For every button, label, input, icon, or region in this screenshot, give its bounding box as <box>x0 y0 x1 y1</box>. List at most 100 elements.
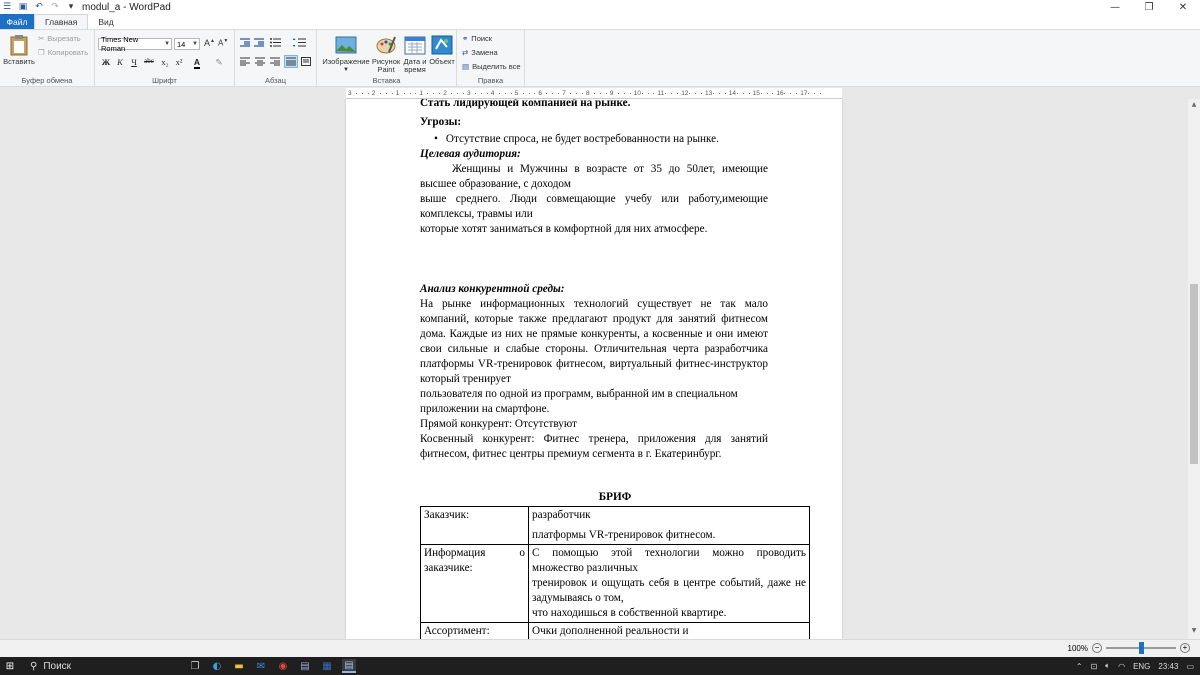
copy-button[interactable]: ❐ Копировать <box>38 48 88 57</box>
document-page[interactable]: Стать лидирующей компанией на рынке. Угр… <box>346 99 842 639</box>
ruler-dot <box>766 93 768 94</box>
bullet-list-icon <box>270 38 281 47</box>
zoom-out-button[interactable]: − <box>1092 643 1102 653</box>
paste-button[interactable]: Вставить <box>3 34 35 66</box>
ruler-dot <box>504 93 506 94</box>
wordpad-taskbar-icon[interactable]: ▤ <box>342 659 356 673</box>
notepad-icon[interactable]: ▤ <box>298 659 312 673</box>
editing-group-label: Правка <box>477 76 504 85</box>
windows-icon: ⊞ <box>5 660 15 672</box>
ruler-tick-label: 10 <box>633 90 641 97</box>
brief-table[interactable]: Заказчик: разработчик платформы VR-трени… <box>420 506 810 639</box>
shrink-font-button[interactable]: A▼ <box>218 38 228 48</box>
ruler-dot <box>480 93 482 94</box>
document-area: Стать лидирующей компанией на рынке. Угр… <box>0 99 1188 639</box>
clipboard-group-label: Буфер обмена <box>21 76 73 85</box>
taskbar: ⊞ ⚲ Поиск ❐ ◐ ▬ ✉ ◉ ▤ ▦ ▤ ⌃ ⊡ 🔈︎ ◠ ENG 2… <box>0 657 1200 675</box>
scroll-up-icon[interactable]: ▲ <box>1188 101 1200 111</box>
maximize-button[interactable]: ❐ <box>1132 0 1166 14</box>
insert-group-label: Вставка <box>372 76 401 85</box>
file-explorer-icon[interactable]: ▬ <box>232 659 246 673</box>
paragraph-settings-button[interactable] <box>301 57 311 66</box>
align-center-button[interactable] <box>255 57 265 66</box>
tab-view[interactable]: Вид <box>88 14 123 29</box>
audience-paragraph-3: которые хотят заниматься в комфортной дл… <box>420 223 708 235</box>
taskbar-search-label: Поиск <box>43 660 72 672</box>
align-right-button[interactable] <box>270 57 280 66</box>
increase-indent-button[interactable] <box>254 38 264 47</box>
volume-icon[interactable]: 🔈︎ <box>1105 661 1110 671</box>
scrollbar-thumb[interactable] <box>1190 284 1198 464</box>
font-size-select[interactable]: 14 ▼ <box>174 38 200 50</box>
subscript-button[interactable]: x₂ <box>159 57 171 67</box>
ruler-tick-label: 3 <box>467 90 471 97</box>
word-app-icon[interactable]: ▦ <box>320 659 334 673</box>
undo-icon[interactable]: ↶ <box>34 2 44 12</box>
find-button[interactable]: ⚭ Поиск <box>462 34 492 43</box>
highlight-button[interactable]: ✎ <box>211 57 227 68</box>
ruler-dot <box>534 93 536 94</box>
clipboard-icon <box>10 35 28 56</box>
insert-object-button[interactable]: Объект <box>429 34 455 66</box>
close-button[interactable]: ✕ <box>1166 0 1200 14</box>
notifications-icon[interactable]: ▭ <box>1186 662 1194 671</box>
clock[interactable]: 23:43 <box>1158 662 1178 671</box>
zoom-in-button[interactable]: + <box>1180 643 1190 653</box>
zoom-slider[interactable] <box>1106 642 1176 654</box>
network-icon[interactable]: ⊡ <box>1091 662 1098 671</box>
scroll-down-icon[interactable]: ▼ <box>1188 627 1200 637</box>
text-color-button[interactable]: A <box>190 57 204 69</box>
edge-icon[interactable]: ◐ <box>210 659 224 673</box>
start-button[interactable]: ⊞ <box>0 661 20 672</box>
ruler-dot <box>808 93 810 94</box>
chevron-up-icon[interactable]: ⌃ <box>1076 662 1083 671</box>
brief-value-line: Очки дополненной реальности и <box>532 625 689 637</box>
ruler-tick-label: 3 <box>348 90 352 97</box>
ruler[interactable]: 3 2 1 1 2 3 4 5 6 7 8 9 10 11 12 13 14 15 16 17 <box>346 88 842 99</box>
ruler-dot <box>772 93 774 94</box>
replace-button[interactable]: ⇄ Замена <box>462 48 498 57</box>
justify-button[interactable] <box>284 55 298 68</box>
minimize-button[interactable]: — <box>1098 0 1132 14</box>
save-icon[interactable]: ▣ <box>18 2 28 12</box>
bold-button[interactable]: Ж <box>100 57 112 67</box>
superscript-button[interactable]: x² <box>173 57 185 67</box>
line-spacing-button[interactable] <box>293 38 307 47</box>
insert-image-button[interactable]: Изображение ▼ <box>320 34 372 74</box>
cut-button[interactable]: ✂ Вырезать <box>38 34 81 43</box>
customize-qat-icon[interactable]: ▾ <box>66 2 76 12</box>
ruler-dot <box>724 93 726 94</box>
font-group-label: Шрифт <box>152 76 177 85</box>
task-view-icon[interactable]: ❐ <box>188 659 202 673</box>
ruler-dot <box>814 93 816 94</box>
wifi-icon[interactable]: ◠ <box>1118 662 1125 671</box>
chrome-icon[interactable]: ◉ <box>276 659 290 673</box>
zoom-slider-handle[interactable] <box>1139 642 1144 654</box>
grow-font-button[interactable]: A▲ <box>204 38 215 48</box>
document-text[interactable]: Стать лидирующей компанией на рынке. Угр… <box>420 99 768 462</box>
underline-button[interactable]: Ч <box>128 57 140 67</box>
app-menu-icon[interactable]: ☰ <box>2 2 12 12</box>
ruler-dot <box>510 93 512 94</box>
strikethrough-button[interactable]: abc <box>141 57 157 65</box>
bullets-button[interactable] <box>270 38 284 47</box>
mail-icon[interactable]: ✉ <box>254 659 268 673</box>
threats-heading: Угрозы: <box>420 116 462 128</box>
italic-button[interactable]: К <box>114 57 126 67</box>
font-group: Times New Roman ▼ 14 ▼ A▲ A▼ Ж К Ч abc x₂ … <box>95 30 235 87</box>
ruler-dot <box>546 93 548 94</box>
align-left-button[interactable] <box>240 57 250 66</box>
redo-icon[interactable]: ↷ <box>50 2 60 12</box>
tab-home[interactable]: Главная <box>34 14 89 29</box>
input-language[interactable]: ENG <box>1133 662 1150 671</box>
font-family-select[interactable]: Times New Roman ▼ <box>98 35 172 53</box>
calendar-icon <box>404 36 426 55</box>
tab-file[interactable]: Файл <box>0 14 34 29</box>
vertical-scrollbar[interactable]: ▲ ▼ <box>1188 99 1200 639</box>
paint-drawing-button[interactable]: Рисунок Paint <box>372 34 400 74</box>
ruler-dot <box>385 93 387 94</box>
date-time-button[interactable]: Дата и время <box>401 34 429 74</box>
decrease-indent-button[interactable] <box>240 38 250 47</box>
taskbar-search[interactable]: ⚲ Поиск <box>20 657 180 675</box>
select-all-button[interactable]: ▤ Выделить все <box>462 62 521 71</box>
